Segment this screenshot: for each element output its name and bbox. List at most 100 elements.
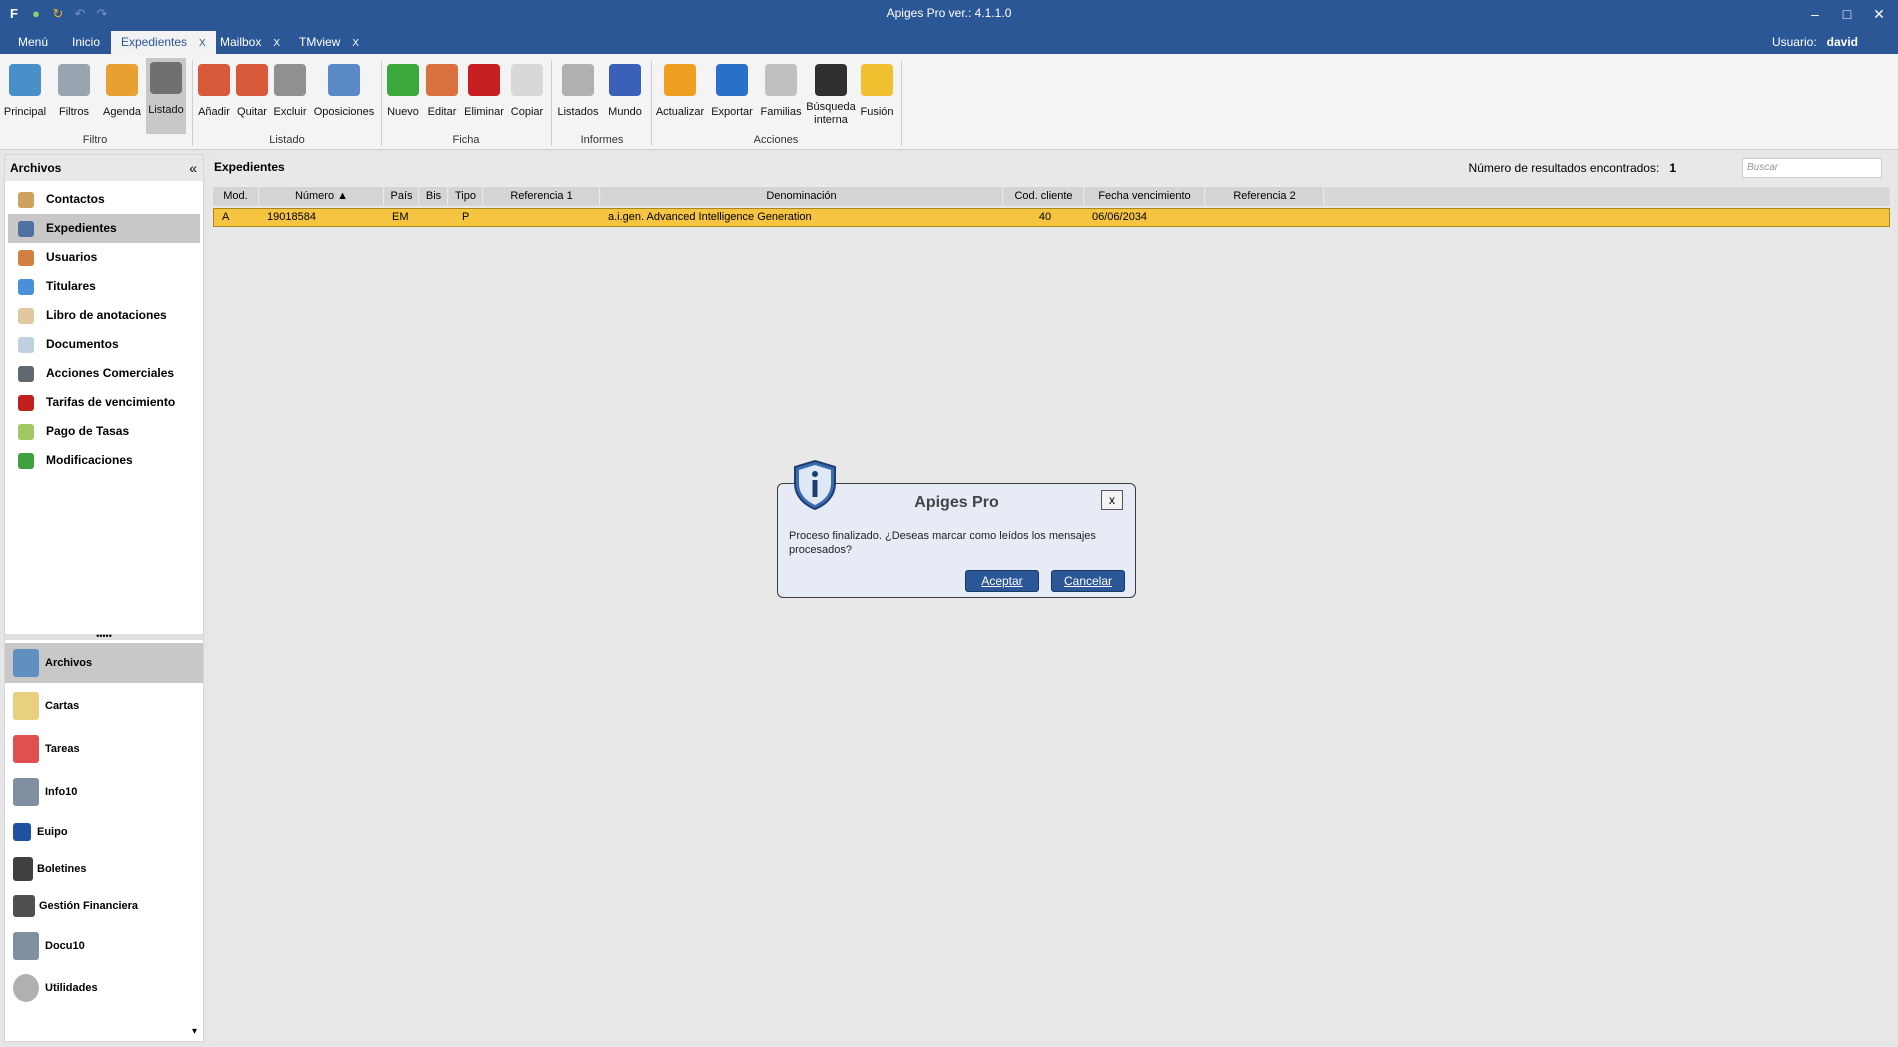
sidebar-item-label: Acciones Comerciales [46, 366, 175, 380]
maximize-button[interactable]: □ [1832, 3, 1862, 25]
actualizar-button[interactable]: Actualizar [654, 60, 706, 130]
listado-button[interactable]: Listado [146, 58, 186, 134]
info10-icon [13, 778, 39, 806]
tab-expedientes[interactable]: Expedientes X [111, 31, 216, 54]
table-row[interactable]: A 19018584 EM P a.i.gen. Advanced Intell… [213, 208, 1890, 227]
funnel-icon [58, 64, 90, 96]
fusion-button[interactable]: Fusión [858, 60, 896, 130]
close-button[interactable]: ✕ [1864, 3, 1894, 25]
column-header[interactable]: Cod. cliente [1004, 187, 1084, 206]
sidebar-item-expedientes[interactable]: Expedientes [8, 214, 200, 243]
module-docu10[interactable]: Docu10 [5, 926, 203, 966]
module-cartas[interactable]: Cartas [5, 686, 203, 726]
module-boletines[interactable]: Boletines [5, 849, 203, 889]
group-filtro-label: Filtro [82, 134, 108, 146]
ribbon-separator [901, 60, 902, 146]
column-header[interactable]: Referencia 1 [484, 187, 600, 206]
module-tareas[interactable]: Tareas [5, 729, 203, 769]
sidebar-item-label: Modificaciones [46, 453, 133, 467]
familias-button[interactable]: Familias [758, 60, 804, 130]
oposiciones-button[interactable]: Oposiciones [312, 60, 376, 130]
tab-menu[interactable]: Menú [8, 31, 58, 54]
mundo-button[interactable]: Mundo [604, 60, 646, 130]
tab-close-icon[interactable]: X [352, 38, 359, 49]
cell-mod: A [222, 211, 230, 223]
tab-mailbox[interactable]: Mailbox X [210, 31, 290, 54]
button-label: Búsqueda interna [806, 101, 856, 126]
main-panel: Expedientes Número de resultados encontr… [210, 154, 1894, 1042]
minimize-button[interactable]: – [1800, 3, 1830, 25]
editar-button[interactable]: Editar [424, 60, 460, 130]
anadir-button[interactable]: Añadir [196, 60, 232, 130]
column-header[interactable]: Denominación [601, 187, 1003, 206]
documents-icon [18, 337, 34, 353]
sidebar-item-tarifas[interactable]: Tarifas de vencimiento [8, 388, 200, 417]
accept-button[interactable]: Aceptar [965, 570, 1039, 592]
module-label: Gestión Financiera [39, 900, 139, 912]
column-header[interactable]: País [385, 187, 419, 206]
listados-button[interactable]: Listados [554, 60, 602, 130]
sidebar-item-contactos[interactable]: Contactos [8, 185, 200, 214]
sidebar-splitter[interactable]: ••••• [5, 632, 203, 641]
cancel-button[interactable]: Cancelar [1051, 570, 1125, 592]
sidebar-item-titulares[interactable]: Titulares [8, 272, 200, 301]
button-label: Mundo [608, 106, 642, 118]
copiar-button[interactable]: Copiar [508, 60, 546, 130]
column-header[interactable]: Bis [420, 187, 448, 206]
column-header[interactable]: Fecha vencimiento [1085, 187, 1205, 206]
sidebar-item-usuarios[interactable]: Usuarios [8, 243, 200, 272]
sidebar-item-documentos[interactable]: Documentos [8, 330, 200, 359]
button-label: Exportar [711, 106, 753, 118]
column-header[interactable]: Mod. [213, 187, 259, 206]
tab-label: Inicio [72, 35, 101, 49]
sidebar-item-libro-anotaciones[interactable]: Libro de anotaciones [8, 301, 200, 330]
exportar-button[interactable]: Exportar [708, 60, 756, 130]
tab-label: Mailbox [220, 35, 262, 49]
remove-list-icon [236, 64, 268, 96]
quitar-button[interactable]: Quitar [234, 60, 270, 130]
module-gestion-financiera[interactable]: Gestión Financiera [5, 886, 203, 926]
button-label: Listados [557, 106, 599, 118]
agenda-button[interactable]: Agenda [100, 60, 144, 130]
bulletins-icon [13, 857, 33, 881]
sidebar-item-pago-tasas[interactable]: Pago de Tasas [8, 417, 200, 446]
sidebar-item-acciones-comerciales[interactable]: Acciones Comerciales [8, 359, 200, 388]
button-label: Familias [760, 106, 802, 118]
cell-fecha: 06/06/2034 [1092, 211, 1148, 223]
cell-pais: EM [392, 211, 409, 223]
dialog-close-button[interactable]: x [1101, 490, 1123, 510]
tab-tmview[interactable]: TMview X [289, 31, 369, 54]
module-euipo[interactable]: Euipo [5, 812, 203, 852]
filtros-button[interactable]: Filtros [54, 60, 94, 130]
results-value: 1 [1669, 161, 1676, 175]
tab-bar: Menú Inicio Expedientes X Mailbox X TMview… [0, 28, 1898, 54]
cell-denominacion: a.i.gen. Advanced Intelligence Generatio… [608, 211, 812, 223]
column-header[interactable]: Tipo [449, 187, 483, 206]
tasks-icon [13, 735, 39, 763]
exclude-icon [274, 64, 306, 96]
sidebar-item-modificaciones[interactable]: Modificaciones [8, 446, 200, 475]
tab-close-icon[interactable]: X [199, 38, 206, 49]
eliminar-button[interactable]: Eliminar [462, 60, 506, 130]
button-label: Actualizar [655, 106, 705, 118]
more-modules-icon[interactable]: ▾ [192, 1026, 197, 1037]
tab-inicio[interactable]: Inicio [62, 31, 110, 54]
tab-close-icon[interactable]: X [273, 38, 280, 49]
dialog-message: Proceso finalizado. ¿Deseas marcar como … [789, 530, 1096, 556]
group-informes-label: Informes [580, 134, 624, 146]
nuevo-button[interactable]: Nuevo [384, 60, 422, 130]
column-header[interactable]: Número ▲ [260, 187, 384, 206]
search-input[interactable]: Buscar [1742, 158, 1882, 178]
button-label: Oposiciones [313, 106, 375, 118]
principal-button[interactable]: Principal [2, 60, 48, 130]
button-label: Copiar [510, 106, 544, 118]
module-archivos[interactable]: Archivos [5, 643, 203, 683]
column-header[interactable]: Referencia 2 [1206, 187, 1324, 206]
module-info10[interactable]: Info10 [5, 772, 203, 812]
tab-label: Menú [18, 35, 49, 49]
excluir-button[interactable]: Excluir [272, 60, 308, 130]
collapse-icon[interactable]: « [189, 155, 197, 181]
module-utilidades[interactable]: Utilidades [5, 968, 203, 1008]
module-label: Tareas [45, 743, 80, 755]
busqueda-interna-button[interactable]: Búsqueda interna [804, 60, 858, 130]
